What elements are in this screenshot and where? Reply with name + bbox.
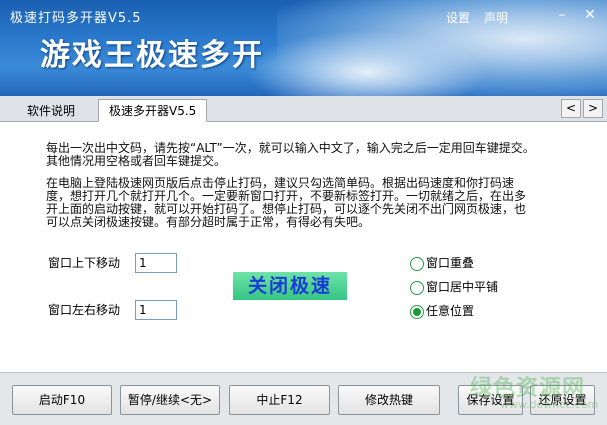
horizontal-move-input[interactable]: 1 xyxy=(135,300,177,320)
hotkey-button[interactable]: 修改热键 xyxy=(338,385,440,415)
vertical-move-input[interactable]: 1 xyxy=(135,253,177,273)
pause-button[interactable]: 暂停/继续<无> xyxy=(120,385,220,415)
radio-overlap-label: 窗口重叠 xyxy=(426,256,475,270)
radio-selected-icon xyxy=(410,304,424,319)
window-title: 极速打码多开器V5.5 xyxy=(10,11,142,26)
radio-center-tile[interactable]: 窗口居中平铺 xyxy=(410,279,498,295)
instruction-text-1: 每出一次出中文码，请先按“ALT”一次，就可以输入中文了，输入完之后一定用回车键… xyxy=(46,141,535,168)
vertical-move-label: 窗口上下移动 xyxy=(48,256,121,270)
radio-icon xyxy=(410,280,424,295)
about-link[interactable]: 声明 xyxy=(484,9,508,26)
close-speed-button[interactable]: 关闭极速 xyxy=(233,272,347,300)
close-icon[interactable]: ✕ xyxy=(576,3,604,27)
instruction-text-2: 在电脑上登陆极速网页版后点击停止打码，建议只勾选简单码。根据出码速度和你打码速度… xyxy=(46,176,527,229)
banner-cloud xyxy=(247,30,487,96)
tab-prev-button[interactable]: < xyxy=(561,99,581,118)
tab-bar: 软件说明 极速多开器V5.5 < > xyxy=(0,96,607,122)
title-bar: 极速打码多开器V5.5 游戏王极速多开 设置 声明 – ✕ xyxy=(0,0,607,96)
banner-title: 游戏王极速多开 xyxy=(40,38,264,73)
watermark-url: www.downcc.com xyxy=(500,398,599,411)
horizontal-move-label: 窗口左右移动 xyxy=(48,303,121,317)
stop-button[interactable]: 中止F12 xyxy=(229,385,330,415)
radio-icon xyxy=(410,256,424,271)
tab-software-info[interactable]: 软件说明 xyxy=(16,99,86,122)
radio-any-position-label: 任意位置 xyxy=(426,304,475,318)
tab-multi-opener[interactable]: 极速多开器V5.5 xyxy=(98,99,208,122)
radio-overlap[interactable]: 窗口重叠 xyxy=(410,255,474,271)
radio-any-position[interactable]: 任意位置 xyxy=(410,303,474,319)
tab-next-button[interactable]: > xyxy=(583,99,603,118)
settings-link[interactable]: 设置 xyxy=(446,9,470,26)
radio-center-tile-label: 窗口居中平铺 xyxy=(426,280,499,294)
main-panel: 每出一次出中文码，请先按“ALT”一次，就可以输入中文了，输入完之后一定用回车键… xyxy=(0,122,607,372)
start-button[interactable]: 启动F10 xyxy=(12,385,112,415)
minimize-icon[interactable]: – xyxy=(548,3,576,27)
